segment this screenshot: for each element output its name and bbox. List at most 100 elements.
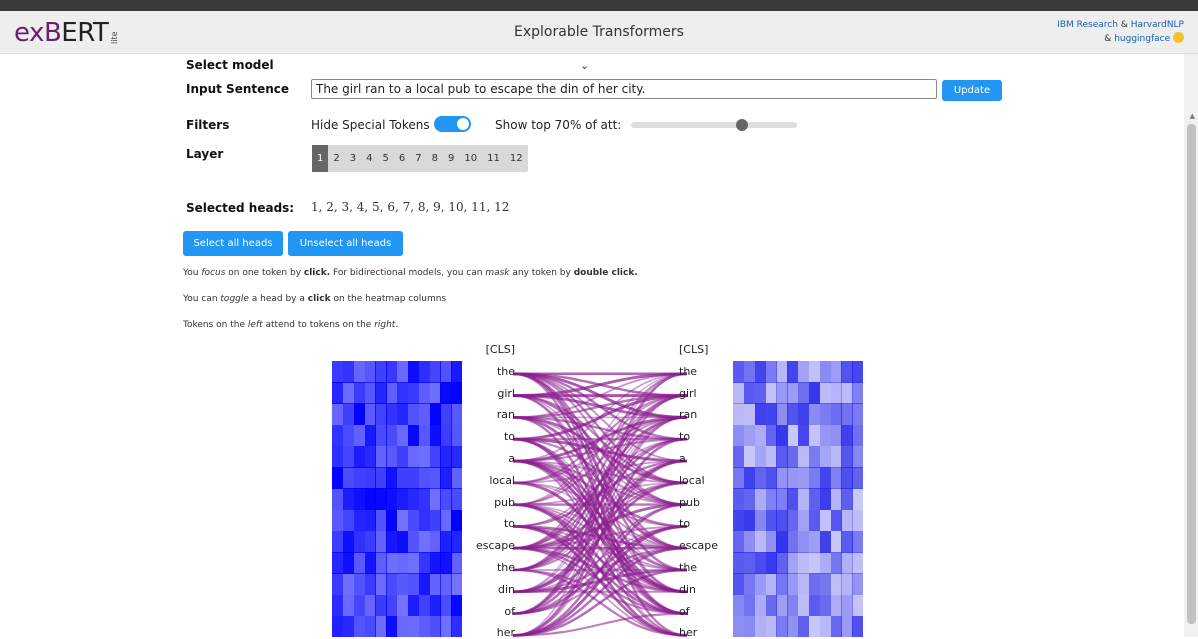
heatmap-cell <box>819 530 831 553</box>
heatmap-cell <box>754 467 766 489</box>
slider-handle[interactable] <box>736 119 748 131</box>
layer-7[interactable]: 7 <box>410 145 426 172</box>
right-attention-heatmap[interactable] <box>733 361 864 638</box>
unselect-all-heads-button[interactable]: Unselect all heads <box>288 231 403 256</box>
heatmap-cell <box>754 382 766 404</box>
heatmap-cell <box>841 509 853 532</box>
left-token[interactable]: a <box>445 452 515 465</box>
heatmap-cell <box>342 382 355 404</box>
heatmap-cell <box>353 424 365 447</box>
right-token[interactable]: girl <box>679 387 749 400</box>
heatmap-cell <box>429 594 441 617</box>
left-token[interactable]: [CLS] <box>445 343 515 356</box>
layer-5[interactable]: 5 <box>378 145 394 172</box>
heatmap-cell <box>787 382 799 404</box>
heatmap-cell <box>407 509 420 532</box>
right-token[interactable]: to <box>679 430 749 443</box>
heatmap-cell <box>342 403 355 426</box>
heatmap-cell <box>375 594 387 617</box>
harvardnlp-link[interactable]: HarvardNLP <box>1131 20 1184 30</box>
attention-threshold-slider[interactable] <box>631 122 797 128</box>
heatmap-cell <box>353 509 365 532</box>
heatmap-cell <box>332 530 344 553</box>
layer-8[interactable]: 8 <box>427 145 443 172</box>
right-token[interactable]: ran <box>679 408 749 421</box>
right-token[interactable]: [CLS] <box>679 343 749 356</box>
left-token[interactable]: the <box>445 561 515 574</box>
heatmap-cell <box>353 573 365 596</box>
left-token[interactable]: to <box>445 430 515 443</box>
left-token[interactable]: ran <box>445 408 515 421</box>
model-dropdown[interactable]: ⌄ <box>580 59 589 72</box>
hide-special-tokens-toggle[interactable] <box>434 116 471 132</box>
heatmap-cell <box>808 403 821 426</box>
attention-edge <box>512 372 688 615</box>
sentence-input[interactable]: The girl ran to a local pub to escape th… <box>311 79 937 99</box>
left-token[interactable]: pub <box>445 496 515 509</box>
layer-4[interactable]: 4 <box>361 145 377 172</box>
layer-9[interactable]: 9 <box>443 145 459 172</box>
right-token[interactable]: pub <box>679 496 749 509</box>
layer-3[interactable]: 3 <box>345 145 361 172</box>
heatmap-cell <box>830 382 842 404</box>
right-token[interactable]: din <box>679 583 749 596</box>
right-token[interactable]: of <box>679 605 749 618</box>
heatmap-cell <box>386 445 398 468</box>
left-token[interactable]: girl <box>445 387 515 400</box>
layer-11[interactable]: 11 <box>482 145 505 172</box>
heatmap-cell <box>819 403 831 426</box>
heatmap-cell <box>754 594 766 617</box>
left-token[interactable]: escape <box>445 539 515 552</box>
scrollbar-thumb[interactable] <box>1187 124 1196 624</box>
heatmap-cell <box>332 488 344 511</box>
left-token[interactable]: her <box>445 626 515 639</box>
heatmap-cell <box>386 615 398 638</box>
heatmap-cell <box>776 403 788 426</box>
layer-10[interactable]: 10 <box>459 145 482 172</box>
heatmap-cell <box>852 467 864 489</box>
right-token[interactable]: the <box>679 561 749 574</box>
right-token[interactable]: escape <box>679 539 749 552</box>
heatmap-cell <box>375 552 387 574</box>
scroll-up-icon[interactable]: ▲ <box>1190 112 1195 120</box>
heatmap-cell <box>776 424 788 447</box>
attention-edges <box>512 372 688 637</box>
left-token[interactable]: of <box>445 605 515 618</box>
layer-2[interactable]: 2 <box>328 145 344 172</box>
right-token[interactable]: local <box>679 474 749 487</box>
heatmap-cell <box>776 361 788 383</box>
heatmap-cell <box>787 403 799 426</box>
right-token[interactable]: her <box>679 626 749 639</box>
ibm-research-link[interactable]: IBM Research <box>1057 20 1118 30</box>
layer-12[interactable]: 12 <box>505 145 528 172</box>
layer-6[interactable]: 6 <box>394 145 410 172</box>
top-strip <box>0 0 1198 11</box>
left-token[interactable]: to <box>445 517 515 530</box>
heatmap-cell <box>375 488 387 511</box>
right-token[interactable]: a <box>679 452 749 465</box>
heatmap-cell <box>364 488 376 511</box>
layer-1[interactable]: 1 <box>312 145 329 172</box>
left-attention-heatmap[interactable] <box>332 361 463 638</box>
left-token[interactable]: din <box>445 583 515 596</box>
right-token[interactable]: the <box>679 365 749 378</box>
heatmap-cell <box>364 573 376 596</box>
huggingface-link[interactable]: huggingface <box>1114 34 1170 44</box>
app-header: exBERT lite Explorable Transformers IBM … <box>0 11 1198 54</box>
heatmap-cell <box>808 615 821 638</box>
heatmap-cell <box>754 509 766 532</box>
select-all-heads-button[interactable]: Select all heads <box>183 231 283 256</box>
heatmap-cell <box>386 403 398 426</box>
heatmap-cell <box>397 552 409 574</box>
page-scrollbar[interactable]: ▲ <box>1184 54 1198 637</box>
update-button[interactable]: Update <box>942 80 1002 101</box>
right-token[interactable]: to <box>679 517 749 530</box>
heatmap-cell <box>418 445 430 468</box>
heatmap-cell <box>776 615 788 638</box>
heatmap-cell <box>830 573 842 596</box>
heatmap-cell <box>765 403 777 426</box>
left-token[interactable]: local <box>445 474 515 487</box>
left-token[interactable]: the <box>445 365 515 378</box>
input-sentence-label: Input Sentence <box>186 82 290 96</box>
app-title: Explorable Transformers <box>514 24 684 40</box>
